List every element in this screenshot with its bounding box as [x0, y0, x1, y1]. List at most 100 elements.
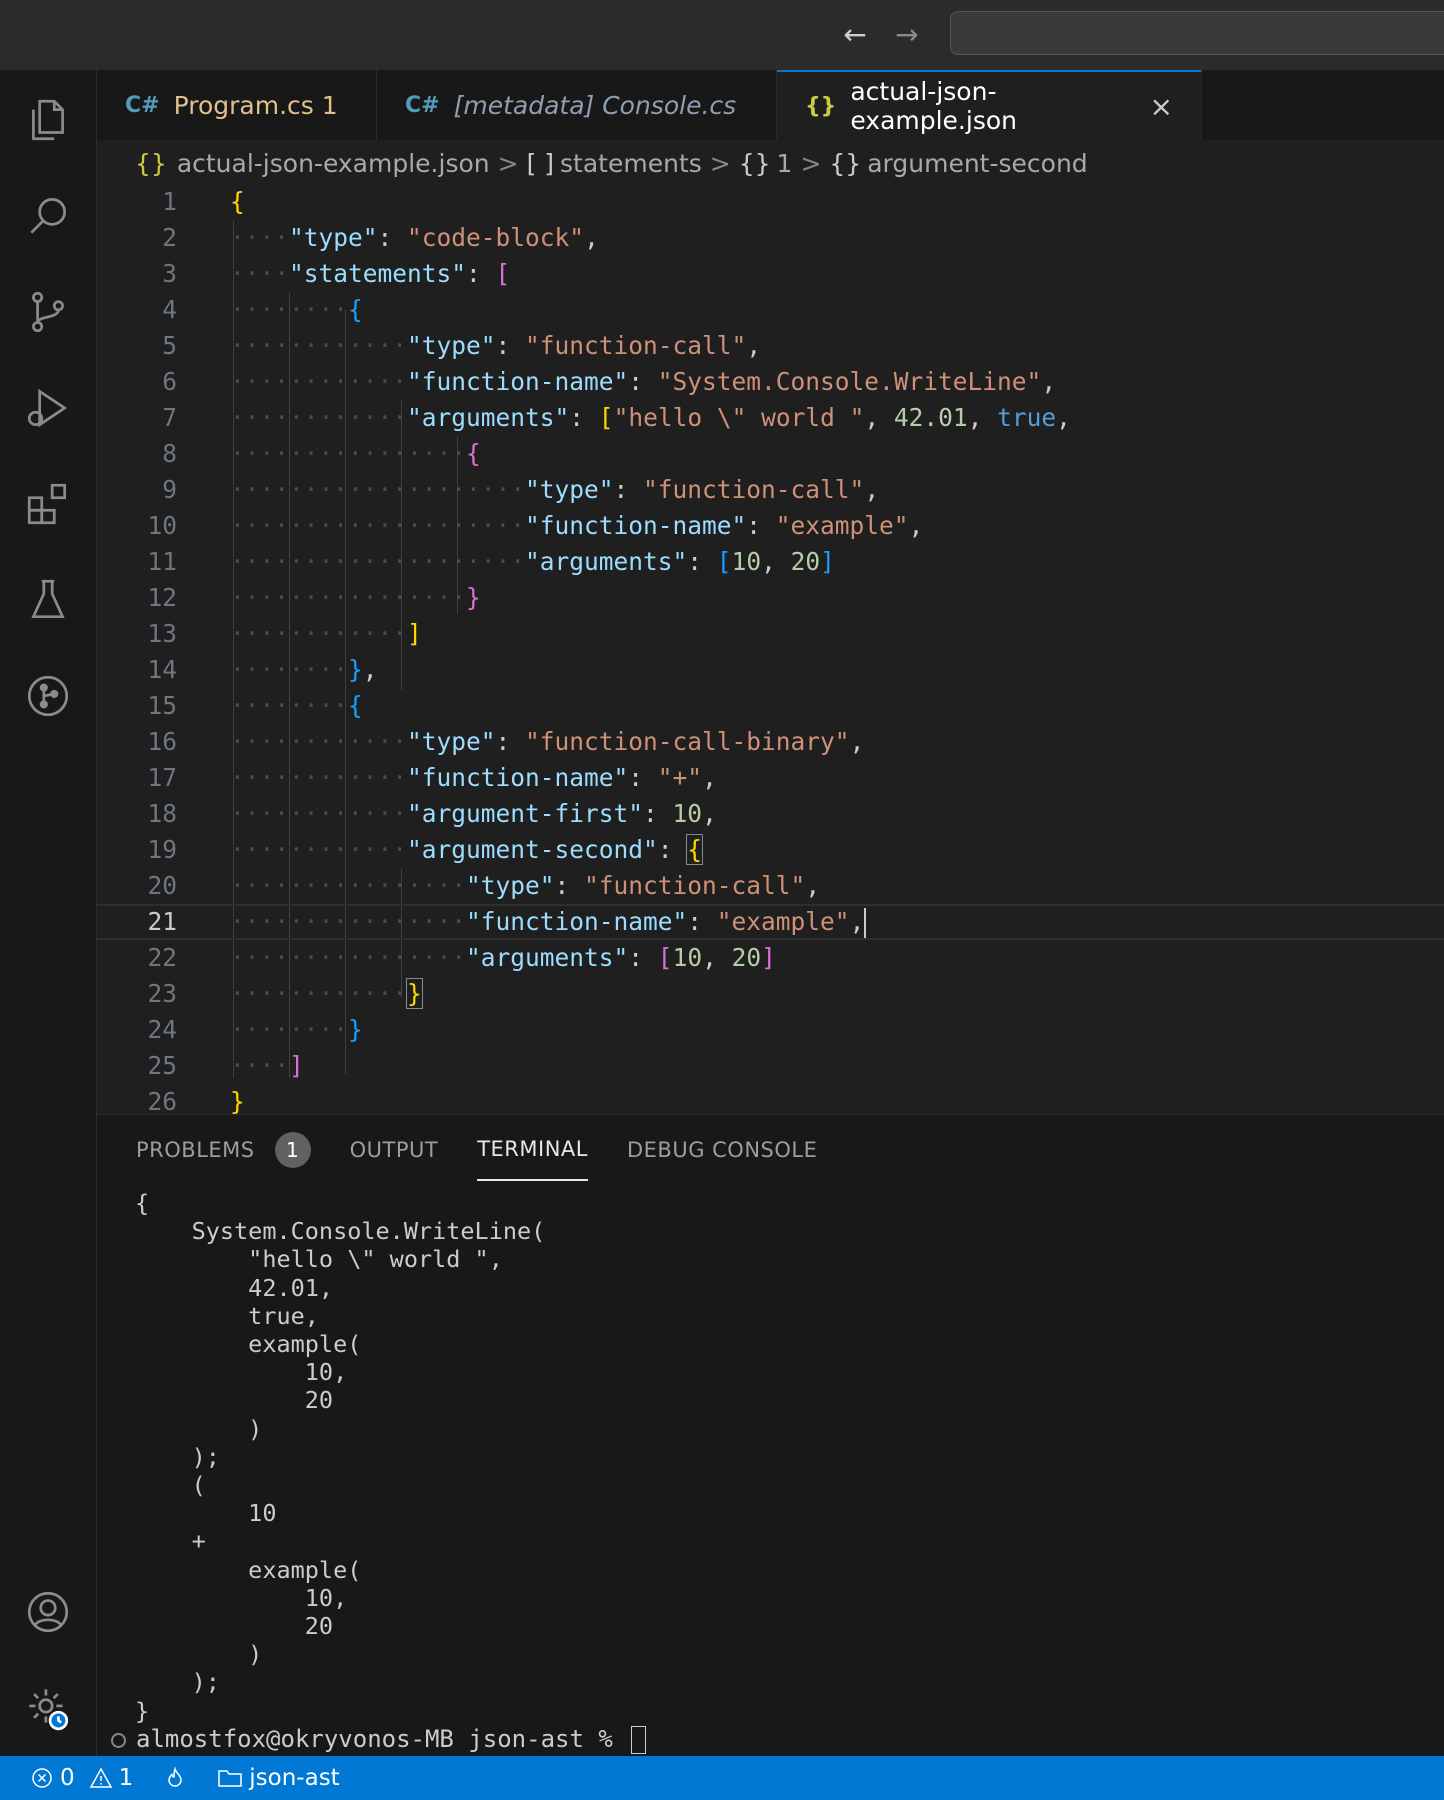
- current-code-line: 21 ················"function-name": "exam…: [97, 904, 1444, 940]
- tab-debug-console[interactable]: DEBUG CONSOLE: [627, 1115, 817, 1185]
- code-line: 7 ············"arguments": ["hello \" wor…: [97, 400, 1444, 436]
- array-symbol-icon: [ ]: [526, 148, 555, 178]
- code-line: 6 ············"function-name": "System.Co…: [97, 364, 1444, 400]
- json-file-icon: {}: [135, 148, 167, 178]
- testing-icon[interactable]: [0, 560, 96, 640]
- code-line: 17 ············"function-name": "+",: [97, 760, 1444, 796]
- tab-output[interactable]: OUTPUT: [350, 1115, 439, 1185]
- line-number: 8: [162, 439, 177, 468]
- status-bar: 0 1 json-ast: [0, 1756, 1444, 1800]
- code-line: 1{: [97, 184, 1444, 220]
- line-number: 17: [147, 763, 177, 792]
- breadcrumb: {} actual-json-example.json > [ ] statem…: [135, 142, 1435, 184]
- tab-problems[interactable]: PROBLEMS 1: [136, 1115, 311, 1185]
- warning-count: 1: [118, 1765, 134, 1791]
- code-line: 23 ············}: [97, 976, 1444, 1012]
- explorer-icon[interactable]: [0, 80, 96, 160]
- tab-label: actual-json-example.json: [850, 77, 1017, 135]
- error-icon: [32, 1768, 52, 1788]
- tab-label: TERMINAL: [477, 1137, 588, 1161]
- breadcrumb-item-statements[interactable]: statements: [560, 149, 702, 178]
- line-number: 18: [147, 799, 177, 828]
- extensions-icon[interactable]: [0, 464, 96, 544]
- line-number: 15: [147, 691, 177, 720]
- tab-label: OUTPUT: [349, 1138, 439, 1162]
- code-line: 4 ········{: [97, 292, 1444, 328]
- problems-status[interactable]: 0 1: [30, 1765, 133, 1791]
- code-line: 13 ············]: [97, 616, 1444, 652]
- search-icon[interactable]: [0, 176, 96, 256]
- folder-status[interactable]: json-ast: [217, 1765, 340, 1791]
- line-number: 4: [162, 295, 177, 324]
- code-line: 19 ············"argument-second": {: [97, 832, 1444, 868]
- bottom-panel: PROBLEMS 1 OUTPUT TERMINAL DEBUG CONSOLE…: [97, 1114, 1444, 1757]
- code-line: 5 ············"type": "function-call",: [97, 328, 1444, 364]
- line-number: 11: [147, 547, 177, 576]
- line-number: 10: [147, 511, 177, 540]
- line-number: 5: [162, 331, 177, 360]
- breadcrumb-file[interactable]: actual-json-example.json: [177, 149, 490, 178]
- object-symbol-icon: {}: [829, 148, 862, 178]
- flame-status[interactable]: [163, 1766, 187, 1790]
- code-line: 24 ········}: [97, 1012, 1444, 1048]
- tab-console-cs[interactable]: C# [metadata] Console.cs: [377, 70, 777, 140]
- code-line: 25 ····]: [97, 1048, 1444, 1084]
- activity-bar: [0, 70, 97, 1756]
- flame-icon: [168, 1766, 183, 1787]
- panel-tabs: PROBLEMS 1 OUTPUT TERMINAL DEBUG CONSOLE: [97, 1115, 1444, 1185]
- title-bar: ← →: [0, 0, 1444, 71]
- code-line: 2 ····"type": "code-block",: [97, 220, 1444, 256]
- circle-icon: [111, 1732, 126, 1748]
- code-line: 20 ················"type": "function-call…: [97, 868, 1444, 904]
- terminal-output[interactable]: { System.Console.WriteLine( "hello \" wo…: [135, 1189, 1435, 1725]
- code-line: 26}: [97, 1084, 1444, 1114]
- command-center-input[interactable]: [950, 11, 1444, 55]
- breadcrumb-item-argument-second[interactable]: argument-second: [867, 149, 1087, 178]
- line-number: 13: [147, 619, 177, 648]
- code-line: 14 ········},: [97, 652, 1444, 688]
- line-number: 9: [162, 475, 177, 504]
- close-icon[interactable]: ×: [1150, 90, 1173, 123]
- line-number: 25: [147, 1051, 177, 1080]
- code-line: 3 ····"statements": [: [97, 256, 1444, 292]
- tab-label: [metadata] Console.cs: [453, 90, 737, 120]
- line-number: 7: [162, 403, 177, 432]
- arrow-right-icon[interactable]: →: [890, 18, 924, 52]
- terminal-prompt[interactable]: almostfox@okryvonos-MB json-ast %: [111, 1723, 647, 1755]
- error-count: 0: [60, 1765, 75, 1791]
- git-graph-icon[interactable]: [0, 656, 96, 736]
- source-control-icon[interactable]: [0, 272, 96, 352]
- code-editor[interactable]: 1{ 2 ····"type": "code-block", 3 ····"stat…: [97, 184, 1444, 1114]
- account-icon[interactable]: [0, 1572, 96, 1652]
- chevron-right-icon: >: [497, 148, 519, 178]
- code-line: 15 ········{: [97, 688, 1444, 724]
- line-number: 22: [147, 943, 177, 972]
- text-cursor: [864, 908, 867, 938]
- line-number: 23: [147, 979, 177, 1008]
- code-line: 11 ····················"arguments": [10, …: [97, 544, 1444, 580]
- line-number: 16: [147, 727, 177, 756]
- line-number: 14: [147, 655, 177, 684]
- tab-actual-json-example[interactable]: {} actual-json-example.json ×: [777, 70, 1202, 140]
- line-number: 24: [147, 1015, 177, 1044]
- tab-label: PROBLEMS: [136, 1138, 255, 1162]
- tab-program-cs[interactable]: C# Program.cs 1: [97, 70, 377, 140]
- breadcrumb-item-index[interactable]: 1: [777, 149, 793, 178]
- csharp-file-icon: C#: [405, 92, 440, 118]
- code-line: 22 ················"arguments": [10, 20]: [97, 940, 1444, 976]
- line-number: 21: [147, 907, 177, 936]
- line-number: 3: [162, 259, 177, 288]
- chevron-right-icon: >: [709, 148, 731, 178]
- folder-icon: [218, 1770, 243, 1787]
- settings-gear-icon[interactable]: [0, 1668, 96, 1748]
- arrow-left-icon[interactable]: ←: [838, 18, 872, 52]
- tab-label: DEBUG CONSOLE: [626, 1138, 818, 1162]
- prompt-text: almostfox@okryvonos-MB json-ast %: [136, 1725, 628, 1753]
- json-file-icon: {}: [805, 93, 837, 119]
- code-line: 10 ····················"function-name": "…: [97, 508, 1444, 544]
- run-debug-icon[interactable]: [0, 368, 96, 448]
- line-number: 19: [147, 835, 177, 864]
- code-line: 8 ················{: [97, 436, 1444, 472]
- tab-terminal[interactable]: TERMINAL: [477, 1119, 588, 1181]
- code-line: 12 ················}: [97, 580, 1444, 616]
